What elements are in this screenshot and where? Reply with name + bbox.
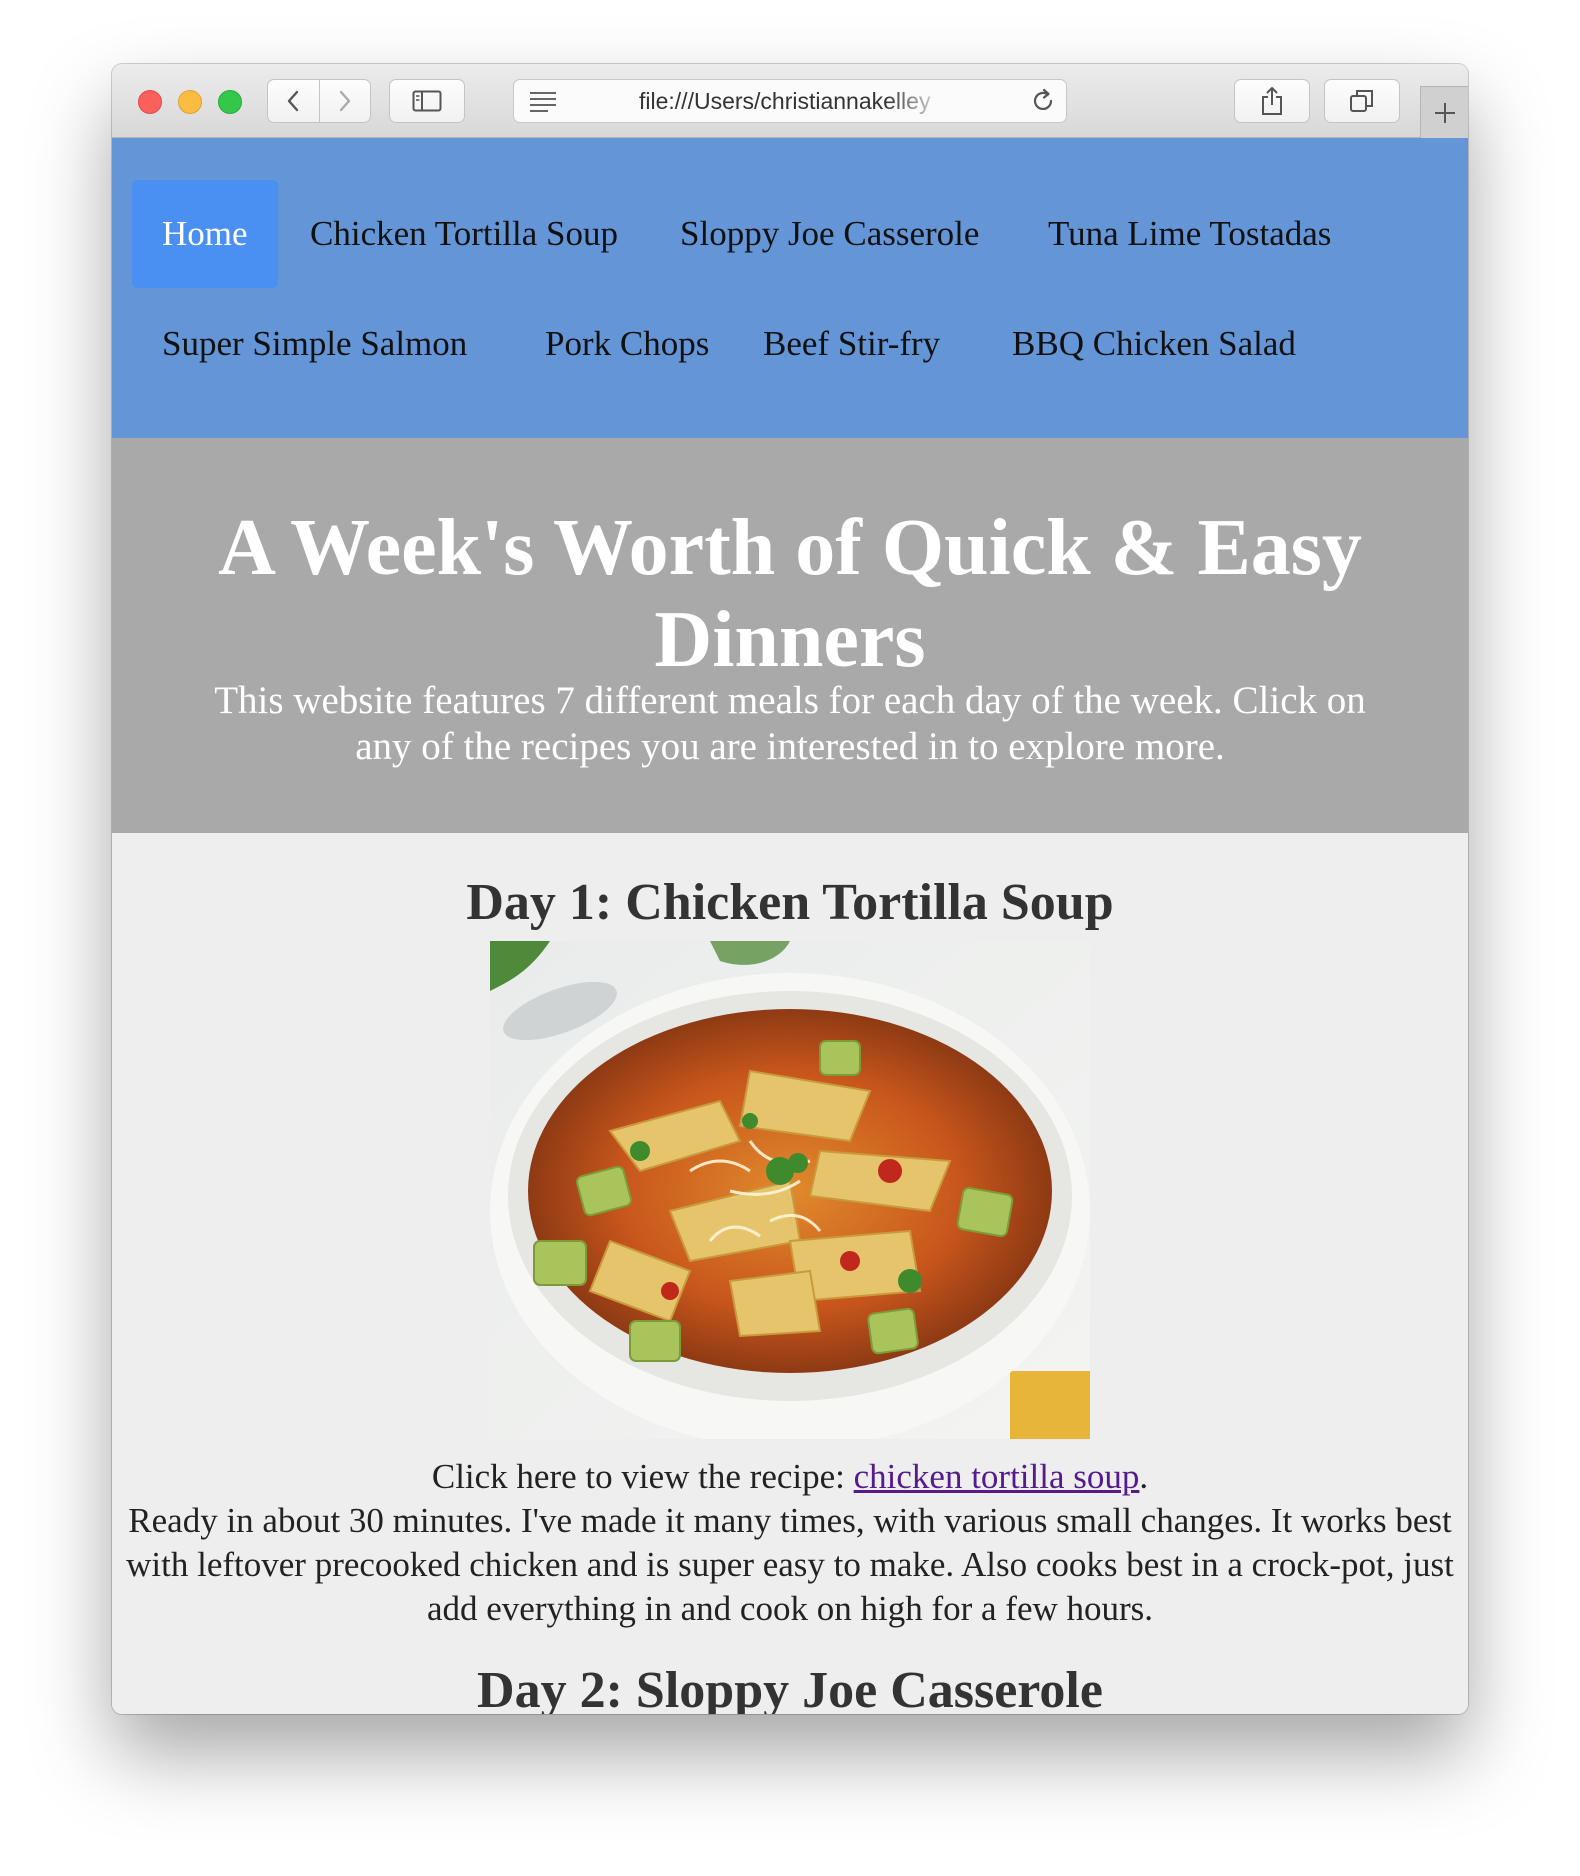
sidebar-icon xyxy=(412,90,442,112)
nav-item-chicken-tortilla-soup[interactable]: Chicken Tortilla Soup xyxy=(280,180,648,288)
chicken-tortilla-soup-link[interactable]: chicken tortilla soup xyxy=(854,1457,1140,1496)
nav-item-pork-chops[interactable]: Pork Chops xyxy=(515,290,739,398)
plus-icon xyxy=(1434,102,1455,123)
tabs-overview-button[interactable] xyxy=(1324,79,1400,123)
nav-item-tuna-lime-tostadas[interactable]: Tuna Lime Tostadas xyxy=(1018,180,1361,288)
hero-banner: A Week's Worth of Quick & Easy Dinners T… xyxy=(112,438,1468,833)
tabs-icon xyxy=(1350,90,1373,112)
browser-window: file:///Users/christiannakelley Home Chi… xyxy=(112,64,1468,1714)
reader-icon[interactable] xyxy=(528,90,558,112)
main-content: Day 1: Chicken Tortilla Soup Click here … xyxy=(112,833,1468,1714)
minimize-window-button[interactable] xyxy=(178,90,202,114)
share-button[interactable] xyxy=(1234,79,1310,123)
address-bar[interactable]: file:///Users/christiannakelley xyxy=(513,79,1067,123)
new-tab-button[interactable] xyxy=(1420,86,1468,138)
chevron-left-icon xyxy=(288,90,299,112)
back-button[interactable] xyxy=(268,80,319,122)
recipe-link-prefix: Click here to view the recipe: xyxy=(431,1457,854,1496)
site-navbar: Home Chicken Tortilla Soup Sloppy Joe Ca… xyxy=(112,138,1468,438)
sidebar-button[interactable] xyxy=(389,79,465,123)
reload-icon[interactable] xyxy=(1030,88,1056,114)
day-1-description: Ready in about 30 minutes. I've made it … xyxy=(126,1501,1454,1628)
browser-toolbar: file:///Users/christiannakelley xyxy=(112,64,1468,138)
zoom-window-button[interactable] xyxy=(218,90,242,114)
day-2-heading: Day 2: Sloppy Joe Casserole xyxy=(477,1662,1103,1714)
recipe-link-line: Click here to view the recipe: chicken t… xyxy=(112,1455,1468,1499)
nav-item-super-simple-salmon[interactable]: Super Simple Salmon xyxy=(132,290,497,398)
chicken-tortilla-soup-image xyxy=(490,941,1090,1439)
nav-item-beef-stir-fry[interactable]: Beef Stir-fry xyxy=(733,290,970,398)
close-window-button[interactable] xyxy=(138,90,162,114)
share-icon xyxy=(1262,87,1282,115)
page-subtitle: This website features 7 different meals … xyxy=(214,679,1366,768)
nav-item-home[interactable]: Home xyxy=(132,180,278,288)
page-title: A Week's Worth of Quick & Easy Dinners xyxy=(218,504,1362,684)
history-nav-group xyxy=(267,79,371,123)
day-1-heading: Day 1: Chicken Tortilla Soup xyxy=(466,874,1114,931)
url-text[interactable]: file:///Users/christiannakelley xyxy=(639,80,947,122)
nav-item-bbq-chicken-salad[interactable]: BBQ Chicken Salad xyxy=(982,290,1326,398)
recipe-link-suffix: . xyxy=(1139,1457,1149,1496)
nav-item-sloppy-joe-casserole[interactable]: Sloppy Joe Casserole xyxy=(650,180,1009,288)
forward-button[interactable] xyxy=(318,80,371,122)
chevron-right-icon xyxy=(339,90,350,112)
